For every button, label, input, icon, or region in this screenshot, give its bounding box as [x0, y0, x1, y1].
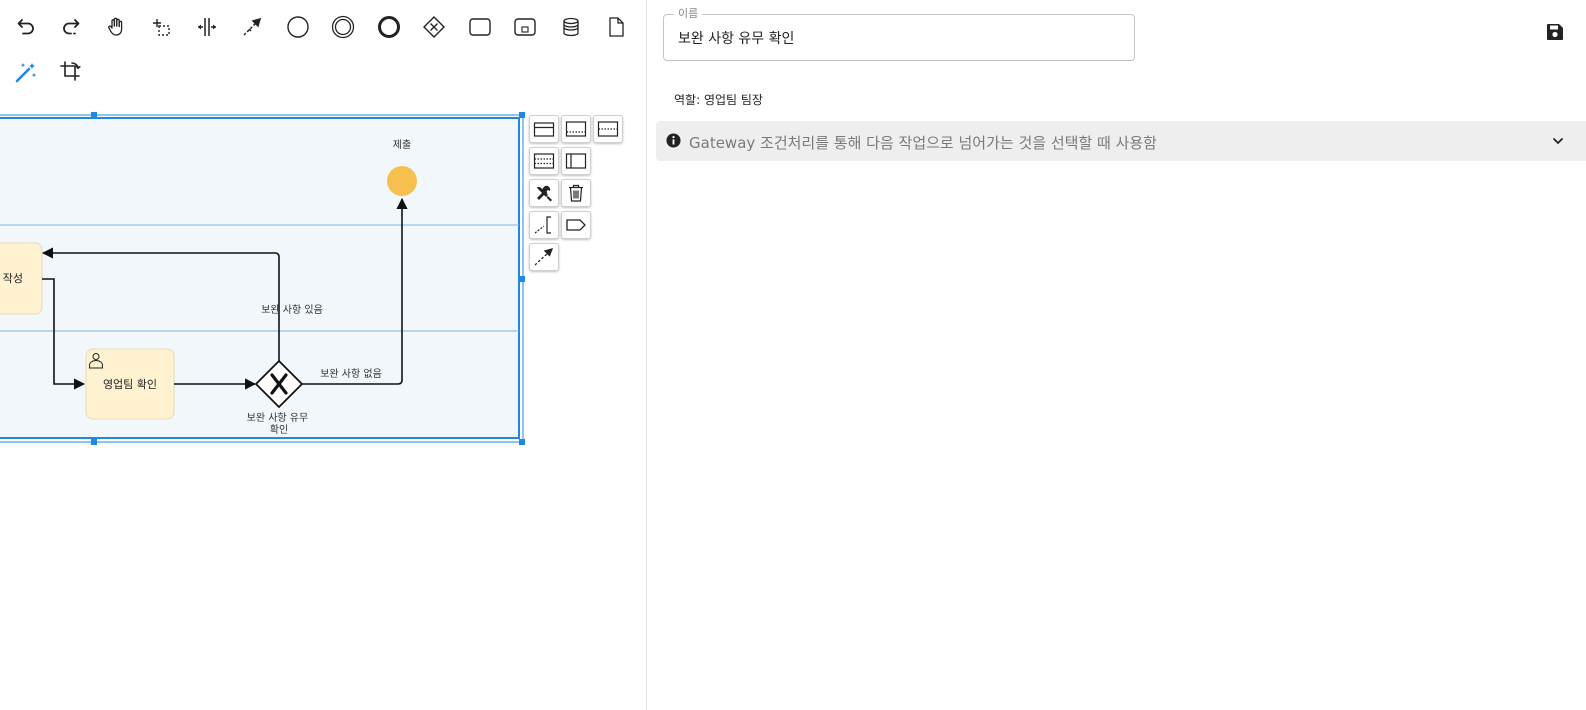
- connect-icon[interactable]: [529, 243, 559, 271]
- task-left-label: 보완 작성: [0, 272, 23, 285]
- flow-no-label: 보완 사항 없음: [320, 367, 382, 380]
- task-left[interactable]: 보완 작성: [0, 242, 43, 315]
- wrench-icon[interactable]: [529, 179, 559, 207]
- lane-divide-two-icon[interactable]: [561, 115, 591, 143]
- lane-insert-above-icon[interactable]: [529, 115, 559, 143]
- end-event[interactable]: [387, 166, 417, 196]
- task-sales-confirm[interactable]: 영업팀 확인: [85, 348, 175, 420]
- info-accordion[interactable]: Gateway 조건처리를 통해 다음 작업으로 넘어가는 것을 선택할 때 사…: [656, 121, 1586, 161]
- save-icon[interactable]: [1546, 23, 1564, 41]
- text-annotation-icon[interactable]: [529, 211, 559, 239]
- chevron-down-icon[interactable]: [1552, 135, 1564, 147]
- trash-icon[interactable]: [561, 179, 591, 207]
- bpmn-diagram[interactable]: 보완 작성 영업팀 확인 제출 보완 사항 있음 보완 사항 없음 보완 사: [0, 0, 646, 710]
- tag-icon[interactable]: [561, 211, 591, 239]
- info-text: Gateway 조건처리를 통해 다음 작업으로 넘어가는 것을 선택할 때 사…: [689, 134, 1157, 152]
- resize-handle[interactable]: [519, 276, 525, 282]
- resize-handle[interactable]: [519, 112, 525, 118]
- name-input[interactable]: [678, 27, 1118, 49]
- end-event-label: 제출: [393, 139, 411, 151]
- info-icon: [666, 133, 681, 148]
- bpmn-canvas[interactable]: 보완 작성 영업팀 확인 제출 보완 사항 있음 보완 사항 없음 보완 사: [0, 0, 646, 710]
- flow-yes-label: 보완 사항 있음: [261, 304, 323, 316]
- participant-icon[interactable]: [561, 147, 591, 175]
- pool[interactable]: [0, 117, 520, 439]
- name-field[interactable]: 이름: [663, 7, 1135, 61]
- name-field-label: 이름: [674, 7, 703, 21]
- resize-handle[interactable]: [91, 112, 97, 118]
- resize-handle[interactable]: [519, 439, 525, 445]
- properties-panel: 이름 역할: 영업팀 팀장 Gateway 조건처리를 통해 다음 작업으로 넘…: [647, 0, 1586, 710]
- lane-insert-below-icon[interactable]: [529, 147, 559, 175]
- lane-divide-three-icon[interactable]: [593, 115, 623, 143]
- role-text: 역할: 영업팀 팀장: [674, 93, 763, 107]
- task-sales-label: 영업팀 확인: [103, 378, 157, 391]
- resize-handle[interactable]: [91, 439, 97, 445]
